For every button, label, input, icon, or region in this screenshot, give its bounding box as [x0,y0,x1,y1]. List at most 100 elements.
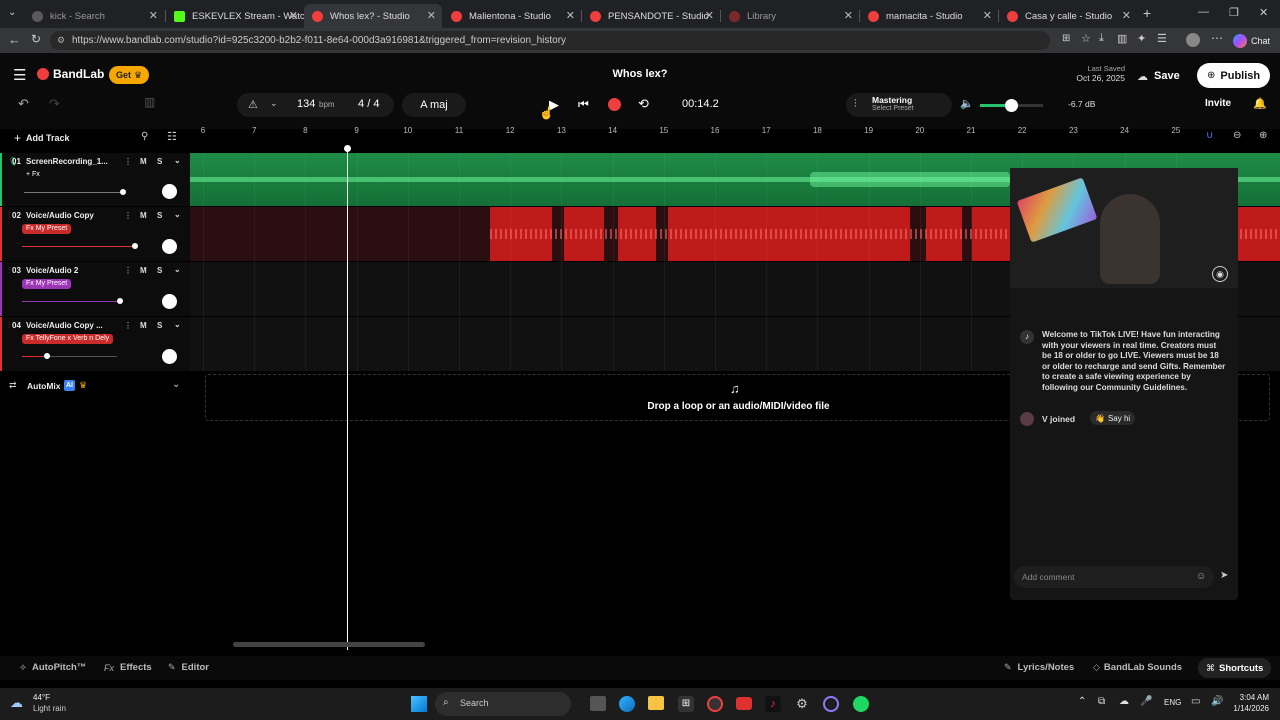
magnet-icon[interactable]: ∪ [1206,130,1213,141]
copilot-chat-button[interactable]: Chat [1233,31,1270,50]
youtube-icon[interactable] [736,697,752,710]
publish-button[interactable]: ⊕ Publish [1197,63,1271,88]
bandlab-app-icon[interactable] [707,696,723,712]
track-name[interactable]: Voice/Audio Copy ... [26,321,103,330]
track-name[interactable]: ScreenRecording_1... [26,157,118,166]
editor-button[interactable]: ✎ Editor [168,662,209,673]
mute-button[interactable]: M [140,211,147,220]
maximize-icon[interactable]: ❐ [1229,6,1239,19]
track-name[interactable]: Voice/Audio 2 [26,266,78,275]
tempo-value[interactable]: 134 [297,98,315,110]
chevron-down-icon[interactable]: ⌄ [174,210,181,219]
track-menu-icon[interactable]: ⋮ [124,266,132,275]
mic-tray-icon[interactable]: 🎤 [1140,696,1152,707]
project-title[interactable]: Whos lex? [540,68,740,80]
chevron-down-icon[interactable]: ⌄ [174,156,181,165]
volume-knob[interactable] [1005,99,1018,112]
track-volume-slider[interactable] [22,246,134,247]
get-membership-button[interactable]: Get ♛ [109,66,150,84]
store-icon[interactable]: ⊞ [678,696,694,712]
track-name[interactable]: Voice/Audio Copy [26,211,94,220]
effects-button[interactable]: Fx Effects [104,662,152,673]
track-4-header[interactable]: ⫶ 04 Voice/Audio Copy ... ⋮ M S ⌄ Fx Tel… [0,317,190,371]
send-icon[interactable]: ➤ [1220,570,1228,581]
close-icon[interactable]: ✕ [983,9,992,22]
shortcuts-button[interactable]: ⌘ Shortcuts [1198,658,1272,678]
close-icon[interactable]: ✕ [566,9,575,22]
weather-icon[interactable]: ☁ [10,695,23,711]
windows-start-icon[interactable] [411,696,427,712]
autopitch-button[interactable]: ⟡ AutoPitch™ [20,662,86,673]
automix-row[interactable]: ⇄ AutoMix AI ♛ ⌄ [0,374,190,396]
zoom-in-icon[interactable]: ⊕ [1259,130,1267,141]
tab-eskevlex[interactable]: ESKEVLEX Stream - Watch Li ✕ [166,4,304,28]
bell-icon[interactable]: 🔔 [1253,97,1267,110]
pan-knob[interactable] [162,294,177,309]
extensions-icon[interactable]: ✦ [1137,32,1146,45]
clock-time[interactable]: 3:04 AM [1225,693,1269,702]
volume-handle[interactable] [117,298,123,304]
chevron-down-icon[interactable]: ⌄ [172,379,180,390]
close-icon[interactable]: ✕ [705,9,714,22]
speaker-mute-icon[interactable]: 🔈 [960,97,974,110]
clock-date[interactable]: 1/14/2026 [1225,704,1269,713]
file-explorer-icon[interactable] [648,696,664,710]
more-icon[interactable]: ⋯ [1211,31,1223,45]
window-close-icon[interactable]: ✕ [1259,6,1268,19]
pan-knob[interactable] [162,349,177,364]
reload-icon[interactable]: ↻ [31,32,41,46]
tiktok-app-icon[interactable]: ♪ [765,696,781,712]
key-selector[interactable]: A maj [402,93,466,117]
timeline-ruler[interactable]: 6 7 8 9 10 11 12 13 14 15 16 17 18 19 20 21 22 23 24 25 [190,126,1280,140]
bandlab-logo[interactable]: BandLab [37,67,104,81]
solo-button[interactable]: S [157,157,162,166]
track-menu-icon[interactable]: ⋮ [124,157,132,166]
tab-whos-lex[interactable]: Whos lex? - Studio ✕ [304,4,442,28]
undo-icon[interactable]: ↶ [18,96,29,112]
back-icon[interactable]: ← [8,32,21,47]
site-info-icon[interactable]: ⚙ [57,31,65,50]
invite-button[interactable]: Invite [1205,98,1231,109]
volume-handle[interactable] [132,243,138,249]
solo-button[interactable]: S [157,266,162,275]
chevron-down-icon[interactable]: ⌄ [174,265,181,274]
track-menu-icon[interactable]: ⋮ [124,211,132,220]
redo-icon[interactable]: ↷ [49,96,60,112]
profile-avatar[interactable] [1186,33,1200,47]
tray-chevron-icon[interactable]: ⌃ [1078,696,1086,707]
add-fx-button[interactable]: + Fx [22,170,44,180]
track-3-header[interactable]: ⫶ 03 Voice/Audio 2 ⋮ M S ⌄ Fx My Preset [0,262,190,316]
download-icon[interactable]: ⤓ [1099,32,1104,45]
cloud-sync-icon[interactable]: ☁ [1119,696,1129,707]
solo-button[interactable]: S [157,211,162,220]
piano-icon[interactable]: ▥ [144,95,155,109]
track-volume-slider[interactable] [24,192,124,193]
live-user-icon[interactable]: ◉ [1212,266,1228,282]
say-hi-button[interactable]: 👋 Say hi [1090,411,1136,425]
language-indicator[interactable]: ENG [1164,698,1181,707]
taskbar-search[interactable]: ⌕ Search [435,692,571,716]
playhead[interactable] [347,148,348,650]
emoji-icon[interactable]: ☺ [1196,571,1206,582]
spotify-icon[interactable] [853,696,869,712]
time-signature[interactable]: 4 / 4 [358,98,379,110]
chevron-down-icon[interactable]: ⌄ [270,98,278,109]
save-button[interactable]: ☁ Save [1137,65,1180,87]
monitor-icon[interactable]: ▭ [1191,696,1200,707]
chevron-down-icon[interactable]: ⌄ [174,320,181,329]
task-view-icon[interactable] [590,696,606,711]
favorites-icon[interactable]: ☰ [1157,32,1167,45]
install-app-icon[interactable]: ⊞ [1062,33,1070,44]
tab-mamacita[interactable]: mamacita - Studio ✕ [860,4,998,28]
metronome-icon[interactable]: ⚠ [248,98,258,111]
close-icon[interactable]: ✕ [149,9,158,22]
new-tab-icon[interactable]: + [1143,5,1151,21]
track-2-header[interactable]: ⫶ 02 Voice/Audio Copy ⋮ M S ⌄ Fx My Pres… [0,207,190,261]
playhead-handle[interactable] [344,145,351,152]
star-icon[interactable]: ☆ [1081,32,1091,45]
record-icon[interactable] [608,98,621,111]
tab-list-icon[interactable]: ⌄ [8,7,16,18]
add-comment-input[interactable]: Add comment ☺ [1014,566,1214,588]
fx-preset-tag[interactable]: Fx My Preset [22,279,72,289]
obs-icon[interactable] [823,696,839,712]
